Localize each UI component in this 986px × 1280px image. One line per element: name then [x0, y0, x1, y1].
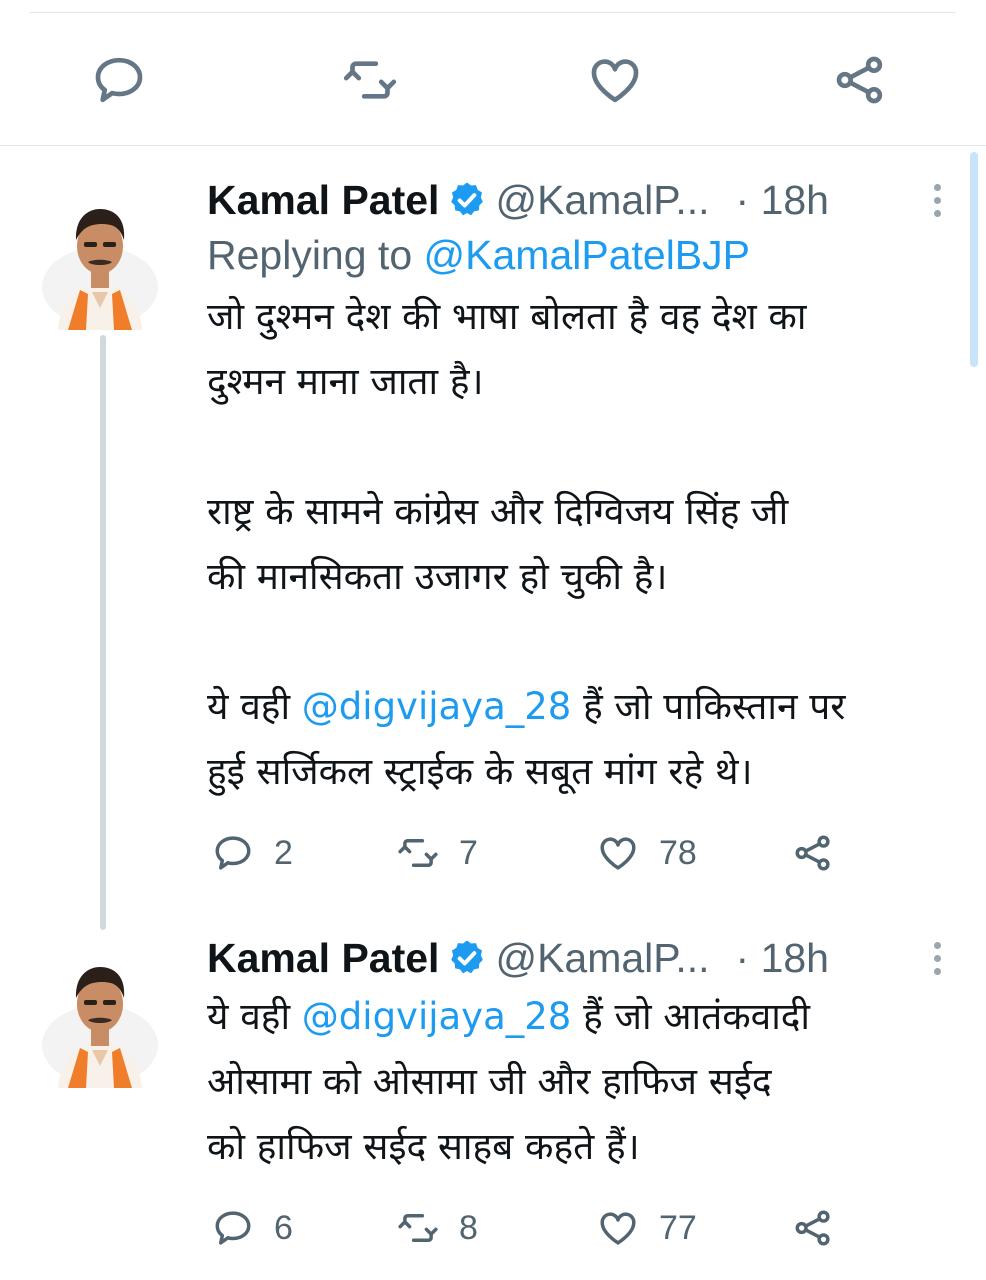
- like-count: 77: [659, 1208, 697, 1247]
- section-divider: [0, 145, 986, 146]
- previous-share-button[interactable]: [820, 40, 900, 120]
- previous-like-button[interactable]: [575, 40, 655, 120]
- tweet-2-actions: 6 8 77: [207, 1198, 847, 1258]
- previous-reply-button[interactable]: [79, 40, 159, 120]
- text-line: ये वही @digvijaya_28 हैं जो आतंकवादी: [207, 984, 967, 1049]
- reply-icon: [91, 52, 147, 108]
- text-fragment: हैं जो पाकिस्तान पर: [571, 685, 846, 728]
- reply-icon: [212, 832, 254, 874]
- profile-photo: [40, 182, 160, 330]
- text-line: जो दुश्मन देश की भाषा बोलता है वह देश का: [207, 295, 807, 338]
- more-dot-icon: [933, 196, 941, 204]
- verified-badge-icon: [447, 180, 487, 220]
- like-count: 78: [659, 833, 697, 872]
- reply-button[interactable]: 6: [212, 1198, 293, 1258]
- heart-icon: [597, 832, 639, 874]
- text-fragment: हैं जो आतंकवादी: [571, 995, 811, 1038]
- retweet-button[interactable]: 8: [397, 1198, 478, 1258]
- tweet-1-actions: 2 7 78: [207, 823, 847, 883]
- share-icon: [792, 832, 834, 874]
- replying-to-mention[interactable]: @KamalPatelBJP: [424, 232, 750, 278]
- previous-tweet-action-bar: [0, 40, 986, 120]
- text-line: राष्ट्र के सामने कांग्रेस और दिग्विजय सि…: [207, 490, 789, 533]
- share-button[interactable]: [792, 823, 834, 883]
- author-handle[interactable]: @KamalP...: [495, 935, 709, 982]
- tweet-text: ये वही @digvijaya_28 हैं जो आतंकवादी ओसा…: [207, 984, 967, 1179]
- like-button[interactable]: 78: [597, 823, 697, 883]
- more-dot-icon: [933, 967, 941, 975]
- heart-icon: [587, 52, 643, 108]
- retweet-button[interactable]: 7: [397, 823, 478, 883]
- verified-badge-icon: [447, 938, 487, 978]
- mention-link[interactable]: @digvijaya_28: [302, 685, 572, 728]
- reply-count: 6: [274, 1208, 293, 1247]
- text-line: हुई सर्जिकल स्ट्राईक के सबूत मांग रहे थे…: [207, 750, 753, 793]
- share-button[interactable]: [792, 1198, 834, 1258]
- like-button[interactable]: 77: [597, 1198, 697, 1258]
- share-icon: [792, 1207, 834, 1249]
- timestamp[interactable]: · 18h: [736, 177, 829, 224]
- avatar[interactable]: [40, 940, 160, 1088]
- more-dot-icon: [933, 941, 941, 949]
- reply-icon: [212, 1207, 254, 1249]
- timestamp[interactable]: · 18h: [736, 935, 829, 982]
- reply-button[interactable]: 2: [212, 823, 293, 883]
- more-dot-icon: [933, 209, 941, 217]
- top-divider: [30, 12, 956, 13]
- retweet-count: 7: [459, 833, 478, 872]
- tweet-1[interactable]: Kamal Patel @KamalP... · 18h Replying to…: [207, 174, 967, 804]
- thread-connector-line: [100, 335, 106, 930]
- more-dot-icon: [933, 954, 941, 962]
- heart-icon: [597, 1207, 639, 1249]
- retweet-icon: [342, 52, 398, 108]
- scrollbar[interactable]: [970, 152, 978, 367]
- author-handle[interactable]: @KamalP...: [495, 177, 709, 224]
- tweet-header: Kamal Patel @KamalP... · 18h: [207, 932, 967, 984]
- text-fragment: ये वही: [207, 995, 302, 1038]
- author-name[interactable]: Kamal Patel: [207, 177, 439, 224]
- replying-to: Replying to @KamalPatelBJP: [207, 226, 967, 284]
- profile-photo: [40, 940, 160, 1088]
- text-line: की मानसिकता उजागर हो चुकी है।: [207, 555, 668, 598]
- reply-count: 2: [274, 833, 293, 872]
- author-name[interactable]: Kamal Patel: [207, 935, 439, 982]
- mention-link[interactable]: @digvijaya_28: [302, 995, 572, 1038]
- more-dot-icon: [933, 183, 941, 191]
- text-line: दुश्मन माना जाता है।: [207, 360, 484, 403]
- retweet-icon: [397, 832, 439, 874]
- avatar[interactable]: [40, 182, 160, 330]
- text-line: को हाफिज सईद साहब कहते हैं।: [207, 1125, 640, 1168]
- more-options-button[interactable]: [925, 934, 949, 982]
- tweet-header: Kamal Patel @KamalP... · 18h: [207, 174, 967, 226]
- more-options-button[interactable]: [925, 176, 949, 224]
- share-icon: [832, 52, 888, 108]
- retweet-icon: [397, 1207, 439, 1249]
- previous-retweet-button[interactable]: [330, 40, 410, 120]
- tweet-2[interactable]: Kamal Patel @KamalP... · 18h ये वही @dig…: [207, 932, 967, 1179]
- text-fragment: ये वही: [207, 685, 302, 728]
- tweet-text: जो दुश्मन देश की भाषा बोलता है वह देश का…: [207, 284, 967, 804]
- replying-prefix: Replying to: [207, 232, 424, 278]
- retweet-count: 8: [459, 1208, 478, 1247]
- text-line: ओसामा को ओसामा जी और हाफिज सईद: [207, 1060, 772, 1103]
- text-line: ये वही @digvijaya_28 हैं जो पाकिस्तान पर: [207, 674, 967, 739]
